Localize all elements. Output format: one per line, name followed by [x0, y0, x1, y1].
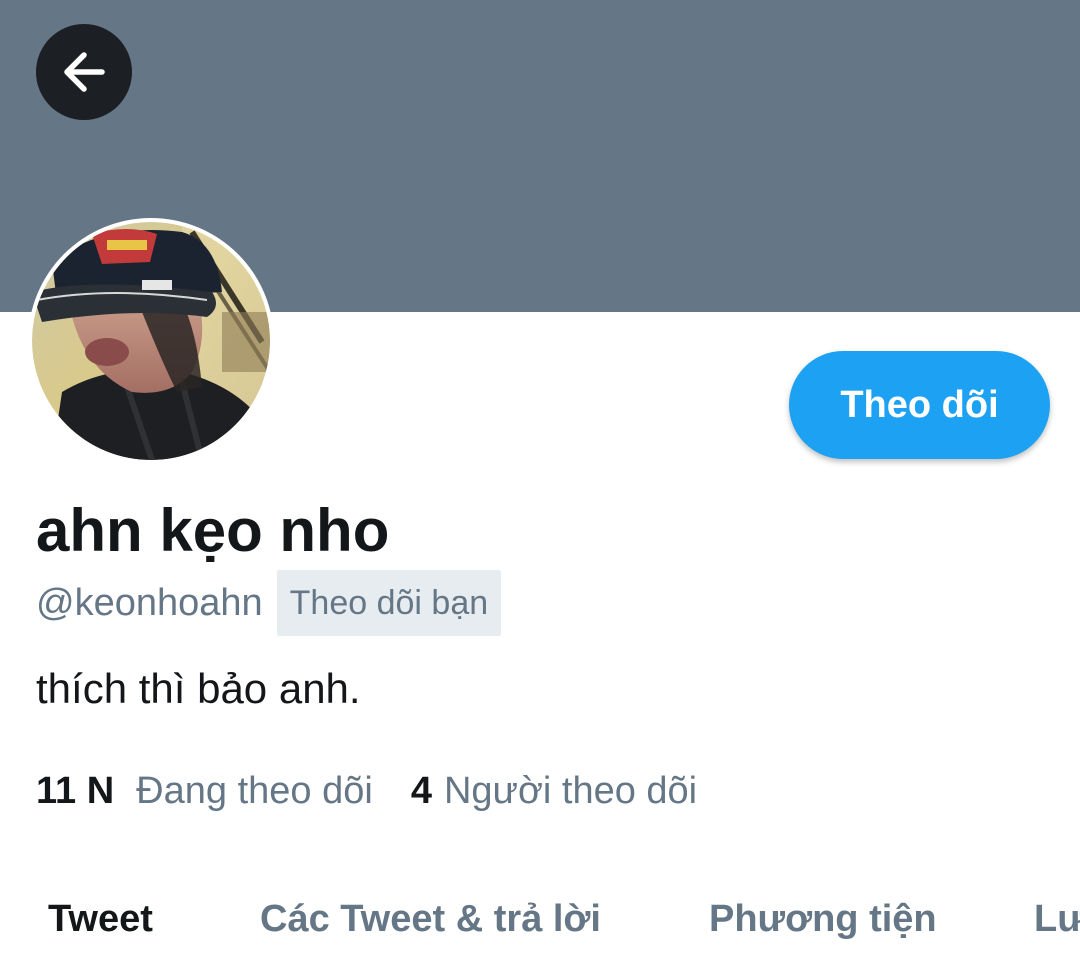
- avatar-photo: [32, 222, 270, 460]
- following-count: 11 N: [36, 769, 115, 812]
- tab-tweets-and-replies[interactable]: Các Tweet & trả lời: [260, 884, 601, 954]
- tab-tweets[interactable]: Tweet: [48, 884, 153, 954]
- following-label: Đang theo dõi: [136, 769, 373, 812]
- user-handle: @keonhoahn: [36, 581, 263, 624]
- avatar[interactable]: [28, 218, 274, 464]
- followers-count: 4: [410, 769, 432, 812]
- display-name: ahn kẹo nho: [36, 497, 390, 564]
- followers-stat[interactable]: 4 Người theo dõi: [411, 770, 697, 813]
- handle-row: @keonhoahn Theo dõi bạn: [36, 570, 502, 636]
- followers-label: Người theo dõi: [443, 769, 698, 812]
- following-stat[interactable]: 11 N Đang theo dõi: [36, 770, 373, 813]
- follows-you-badge: Theo dõi bạn: [276, 570, 502, 636]
- tab-media[interactable]: Phương tiện: [709, 884, 937, 954]
- profile-page: Theo dõi ahn kẹo nho @keonhoahn Theo dõi…: [0, 0, 1080, 974]
- arrow-left-icon: [64, 52, 105, 92]
- profile-tabs: Tweet Các Tweet & trả lời Phương tiện Lư…: [0, 884, 1080, 954]
- tab-likes[interactable]: Lượt thích: [1034, 884, 1080, 954]
- profile-bio: thích thì bảo anh.: [36, 665, 361, 712]
- back-button[interactable]: [36, 24, 132, 120]
- follow-button[interactable]: Theo dõi: [789, 351, 1050, 459]
- follow-stats: 11 N Đang theo dõi 4 Người theo dõi: [36, 764, 697, 818]
